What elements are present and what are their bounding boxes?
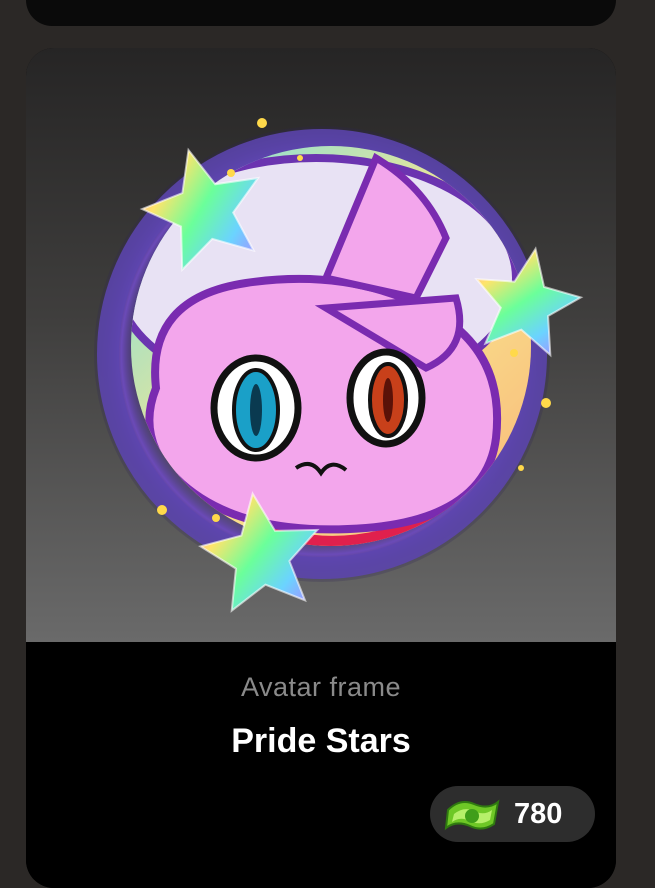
price-value: 780 <box>514 798 563 830</box>
price-button[interactable]: 780 <box>430 786 595 842</box>
store-item-card[interactable]: Avatar frame Pride Stars 780 <box>26 48 616 888</box>
previous-item-card[interactable] <box>26 0 616 26</box>
item-preview <box>26 48 616 642</box>
coins-icon <box>444 799 500 831</box>
avatar-frame-preview <box>94 118 584 613</box>
item-category: Avatar frame <box>240 672 402 702</box>
item-info: Avatar frame Pride Stars 780 <box>26 642 616 888</box>
item-name: Pride Stars <box>231 722 411 760</box>
